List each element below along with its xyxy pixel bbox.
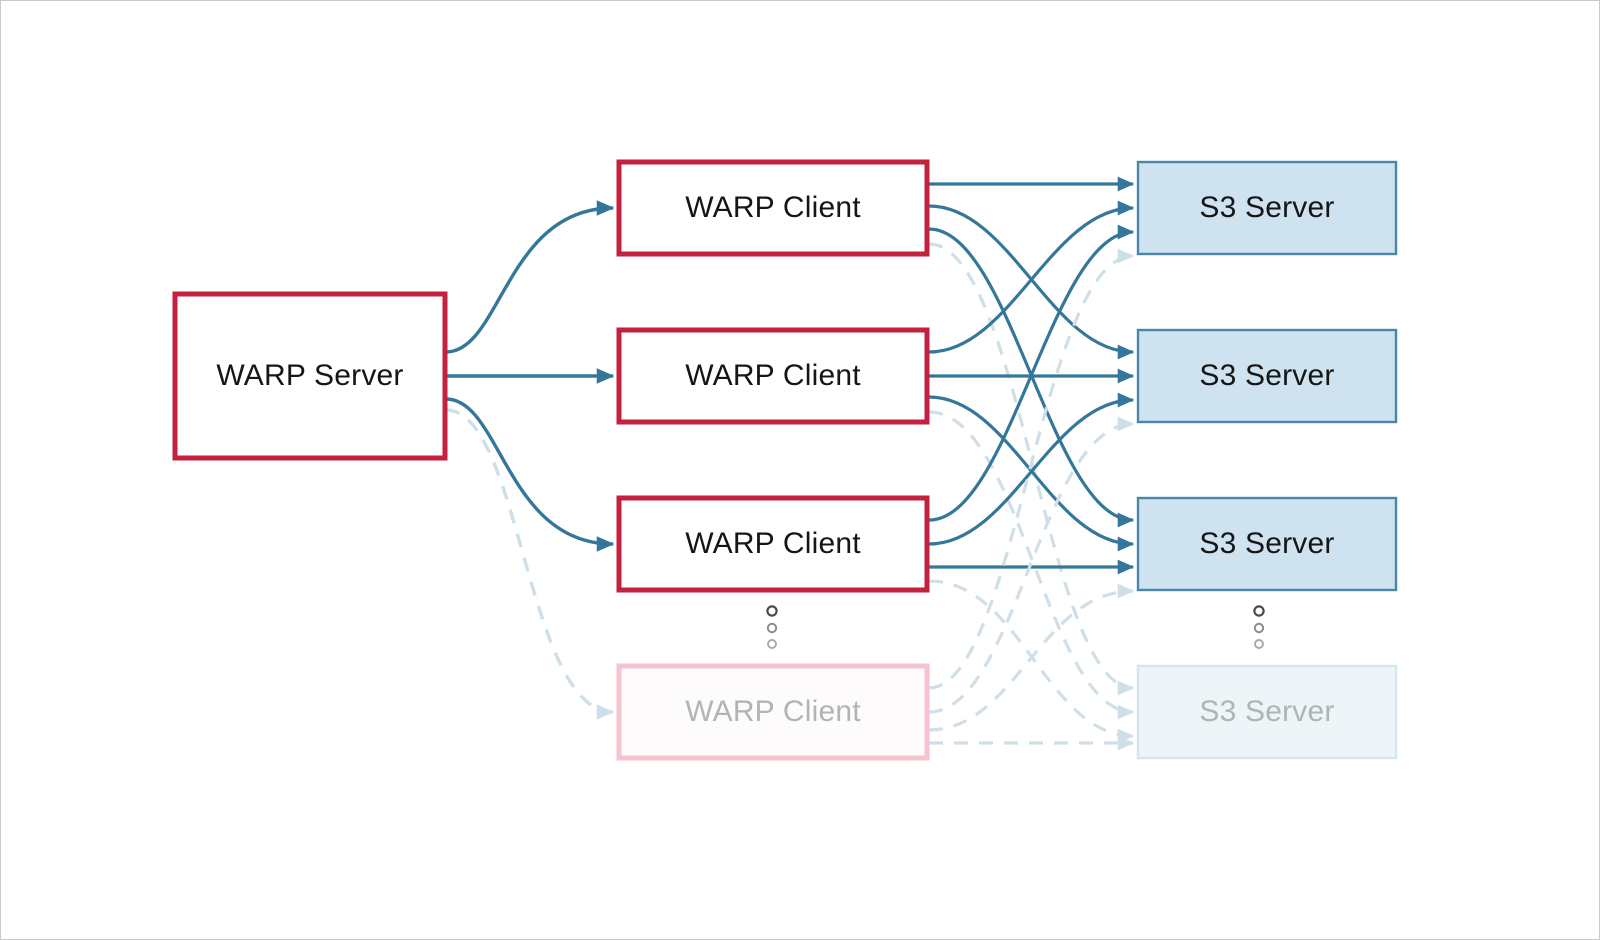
diagram-canvas: WARP Server WARP Client WARP Client WARP… xyxy=(0,0,1600,940)
warp-server-label: WARP Server xyxy=(216,359,403,392)
node-warp-server[interactable]: WARP Server xyxy=(172,291,448,461)
server-column-ellipsis-icon xyxy=(1253,605,1265,649)
s3-server-1-label: S3 Server xyxy=(1199,191,1334,224)
node-s3-server-2[interactable]: S3 Server xyxy=(1136,328,1398,424)
warp-client-4-label: WARP Client xyxy=(685,695,861,728)
node-s3-server-3[interactable]: S3 Server xyxy=(1136,496,1398,592)
node-s3-server-1[interactable]: S3 Server xyxy=(1136,160,1398,256)
node-warp-client-3[interactable]: WARP Client xyxy=(616,495,930,593)
s3-server-4-label: S3 Server xyxy=(1199,695,1334,728)
warp-client-1-label: WARP Client xyxy=(685,191,861,224)
edge-server-to-client-1 xyxy=(445,200,615,354)
edges-client-4-to-servers xyxy=(928,248,1135,751)
s3-server-2-label: S3 Server xyxy=(1199,359,1334,392)
edges-server-to-clients xyxy=(445,200,615,720)
node-warp-client-1[interactable]: WARP Client xyxy=(616,159,930,257)
s3-server-3-label: S3 Server xyxy=(1199,527,1334,560)
edge-server-to-client-4 xyxy=(445,408,615,720)
warp-client-3-label: WARP Client xyxy=(685,527,861,560)
topology-diagram: WARP Server WARP Client WARP Client WARP… xyxy=(172,159,1398,761)
edge-client-2-to-server-1 xyxy=(928,200,1135,354)
edge-client-3-to-server-2 xyxy=(928,392,1135,546)
client-column-ellipsis-icon xyxy=(766,605,778,649)
node-warp-client-2[interactable]: WARP Client xyxy=(616,327,930,425)
node-warp-client-4[interactable]: WARP Client xyxy=(616,663,930,761)
warp-client-2-label: WARP Client xyxy=(685,359,861,392)
node-s3-server-4[interactable]: S3 Server xyxy=(1136,664,1398,760)
edge-client-4-to-server-3 xyxy=(928,583,1135,732)
